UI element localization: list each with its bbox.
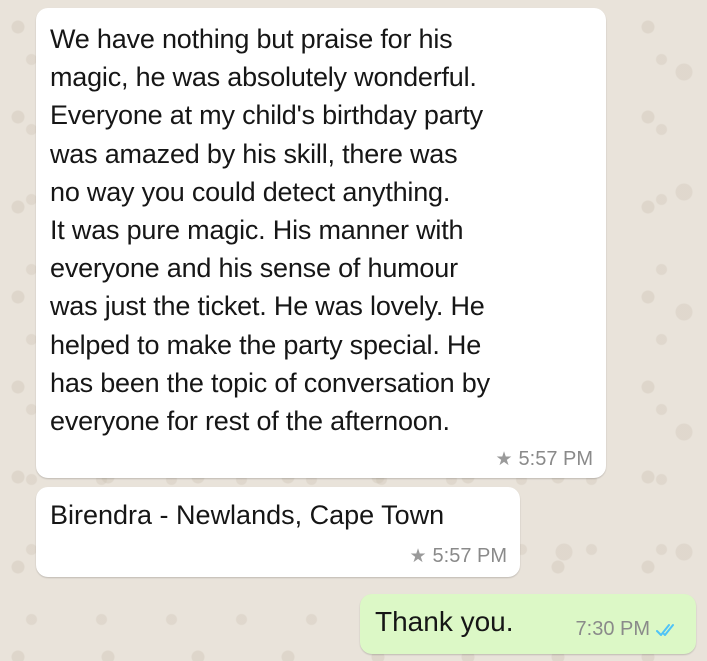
message-time: 5:57 PM [518,448,593,470]
star-icon: ★ [495,449,513,470]
message-line: It was pure magic. His manner with [50,215,464,246]
message-bubble-incoming[interactable]: We have nothing but praise for his magic… [36,8,606,478]
message-line: no way you could detect anything. [50,176,451,207]
message-meta: 7:30 PM [576,618,680,641]
message-time: 5:57 PM [432,545,507,567]
message-line: helped to make the party special. He [50,329,482,360]
message-text: We have nothing but praise for his magic… [50,20,600,440]
message-text: Thank you. [375,606,514,637]
message-text: Birendra - Newlands, Cape Town [50,500,445,530]
message-meta: ★ 5:57 PM [409,545,507,568]
message-line: has been the topic of conversation by [50,367,490,398]
message-line: was amazed by his skill, there was [50,138,458,169]
message-line: everyone and his sense of humour [50,253,458,284]
message-bubble-incoming[interactable]: Birendra - Newlands, Cape Town ★ 5:57 PM [36,487,520,577]
double-check-icon [656,623,674,636]
message-line: Everyone at my child's birthday party [50,100,483,131]
message-line: everyone for rest of the afternoon. [50,406,450,437]
message-line: We have nothing but praise for his [50,24,453,54]
star-icon: ★ [409,546,427,567]
message-bubble-outgoing[interactable]: Thank you. 7:30 PM [360,594,696,654]
message-meta: ★ 5:57 PM [495,448,593,471]
message-line: was just the ticket. He was lovely. He [50,291,485,322]
message-time: 7:30 PM [575,618,650,640]
message-line: magic, he was absolutely wonderful. [50,62,477,93]
